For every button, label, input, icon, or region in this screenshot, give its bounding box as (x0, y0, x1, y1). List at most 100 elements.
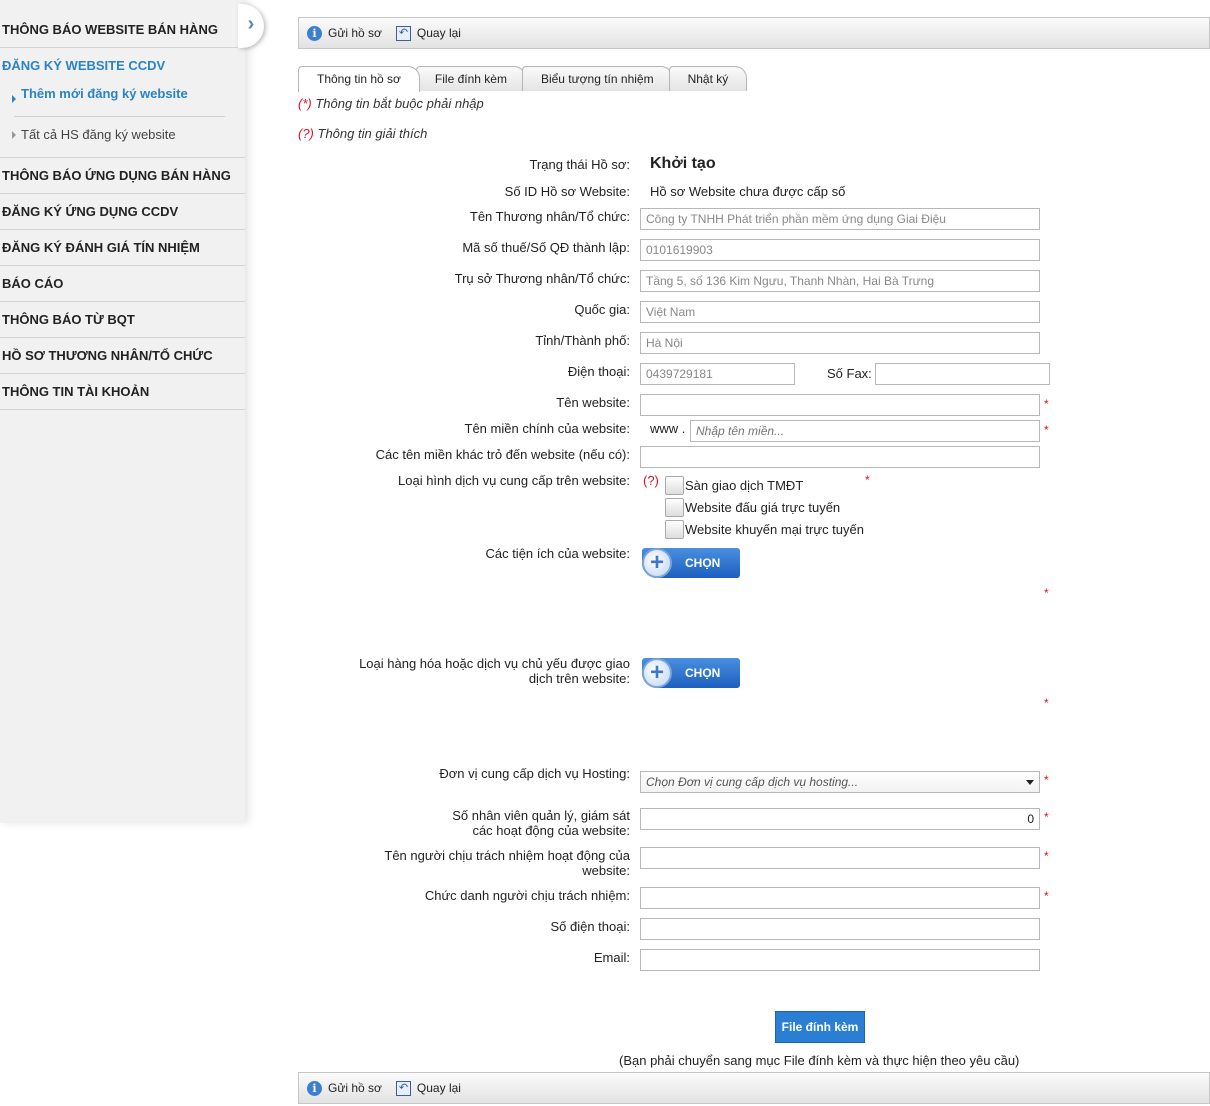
goods-label-line2: dịch trên website: (528, 671, 630, 686)
choose-goods-button[interactable]: + CHỌN (642, 658, 740, 688)
sidebar-item-bao-cao[interactable]: BÁO CÁO (0, 266, 245, 302)
service-option-label: Website đấu giá trực tuyến (685, 500, 841, 515)
help-note: (?) Thông tin giải thích (298, 126, 427, 141)
file-attachment-button[interactable]: File đính kèm (775, 1011, 865, 1043)
province-field[interactable]: Hà Nội (640, 332, 1040, 354)
sidebar-collapse-button[interactable]: › (238, 4, 264, 48)
sidebar-item-thong-bao-website[interactable]: THÔNG BÁO WEBSITE BÁN HÀNG (0, 0, 245, 48)
chevron-right-icon: › (247, 13, 255, 35)
utilities-label: Các tiện ích của website: (485, 546, 630, 561)
tab-thong-tin-ho-so[interactable]: Thông tin hồ sơ (298, 66, 420, 92)
phone-field[interactable]: 0439729181 (640, 363, 795, 385)
required-mark: * (865, 473, 870, 487)
choose-button-label: CHỌN (685, 666, 721, 680)
plus-icon: + (642, 548, 672, 578)
info-icon: i (307, 1080, 322, 1096)
checkbox[interactable] (665, 520, 684, 539)
file-hint: (Bạn phải chuyển sang mục File đính kèm … (619, 1053, 1020, 1068)
bottom-toolbar: i Gửi hồ sơ ↶ Quay lại (298, 1072, 1210, 1104)
responsible-person-field[interactable] (640, 847, 1040, 869)
staff-count-field[interactable]: 0 (640, 808, 1040, 830)
status-value: Khởi tạo (650, 155, 716, 172)
goods-label-line1: Loại hàng hóa hoặc dịch vụ chủ yếu được … (359, 656, 630, 671)
send-button-label: Gửi hồ sơ (328, 26, 382, 40)
hosting-select-placeholder: Chọn Đơn vị cung cấp dịch vụ hosting... (646, 775, 859, 789)
required-mark: * (1044, 696, 1049, 710)
domain-input[interactable] (690, 420, 1040, 442)
country-label: Quốc gia: (574, 302, 630, 317)
undo-icon: ↶ (395, 25, 411, 41)
help-note-mark: (?) (298, 126, 314, 141)
sidebar-subitem-label: Tất cả HS đăng ký website (21, 127, 176, 142)
tab-bieu-tuong-tin-nhiem[interactable]: Biểu tượng tín nhiệm (521, 66, 673, 91)
country-field[interactable]: Việt Nam (640, 301, 1040, 323)
service-option-dau-gia[interactable]: Website đấu giá trực tuyến (665, 498, 840, 517)
choose-utilities-button[interactable]: + CHỌN (642, 548, 740, 578)
required-mark: * (1044, 849, 1049, 863)
sidebar-item-ho-so-thuong-nhan[interactable]: HỒ SƠ THƯƠNG NHÂN/TỔ CHỨC (0, 338, 245, 374)
province-label: Tỉnh/Thành phố: (535, 333, 630, 348)
checkbox[interactable] (665, 476, 684, 495)
sidebar-item-dang-ky-ung-dung[interactable]: ĐĂNG KÝ ỨNG DỤNG CCDV (0, 194, 245, 230)
domain-label: Tên miền chính của website: (464, 421, 630, 436)
contact-phone-field[interactable] (640, 918, 1040, 940)
address-label: Trụ sở Thương nhân/Tổ chức: (454, 271, 630, 286)
address-field[interactable]: Tầng 5, số 136 Kim Ngưu, Thanh Nhàn, Hai… (640, 270, 1040, 292)
sidebar-item-thong-bao-ung-dung[interactable]: THÔNG BÁO ỨNG DỤNG BÁN HÀNG (0, 158, 245, 194)
back-button[interactable]: ↶ Quay lại (395, 25, 461, 41)
other-domains-label: Các tên miền khác trỏ đến website (nếu c… (375, 447, 630, 462)
arrow-right-icon (12, 131, 16, 139)
send-button[interactable]: i Gửi hồ sơ (307, 25, 382, 41)
sidebar-item-danh-gia-tin-nhiem[interactable]: ĐĂNG KÝ ĐÁNH GIÁ TÍN NHIỆM (0, 230, 245, 266)
tax-code-field[interactable]: 0101619903 (640, 239, 1040, 261)
service-option-label: Sàn giao dịch TMĐT (685, 478, 804, 493)
responsible-title-label: Chức danh người chịu trách nhiệm: (424, 888, 630, 903)
caret-down-icon (1026, 780, 1034, 785)
other-domains-field[interactable] (640, 446, 1040, 468)
website-id-label: Số ID Hồ sơ Website: (504, 184, 630, 199)
info-icon: i (307, 25, 322, 41)
tab-file-dinh-kem[interactable]: File đính kèm (415, 66, 526, 91)
tab-nhat-ky[interactable]: Nhật ký (668, 66, 748, 91)
phone-label: Điện thoại: (567, 364, 630, 379)
website-name-field[interactable] (640, 394, 1040, 416)
merchant-name-field[interactable]: Công ty TNHH Phát triển phần mềm ứng dụn… (640, 208, 1040, 230)
required-note-text: Thông tin bắt buộc phải nhập (315, 96, 484, 111)
tax-code-label: Mã số thuế/Số QĐ thành lập: (462, 240, 630, 255)
required-mark: * (1044, 423, 1049, 437)
responsible-title-field[interactable] (640, 887, 1040, 909)
required-note-mark: (*) (298, 96, 312, 111)
staff-count-label-line1: Số nhân viên quản lý, giám sát (452, 808, 630, 823)
send-button[interactable]: i Gửi hồ sơ (307, 1080, 382, 1096)
choose-button-label: CHỌN (685, 556, 721, 570)
goods-label: Loại hàng hóa hoặc dịch vụ chủ yếu được … (359, 656, 630, 686)
service-option-khuyen-mai[interactable]: Website khuyến mại trực tuyến (665, 520, 864, 539)
arrow-right-icon (12, 95, 16, 103)
service-help-mark[interactable]: (?) (643, 473, 659, 488)
fax-label: Số Fax: (827, 366, 872, 381)
help-note-text: Thông tin giải thích (317, 126, 428, 141)
sidebar-subitem-them-moi[interactable]: Thêm mới đăng ký website (0, 84, 245, 114)
hosting-label: Đơn vị cung cấp dịch vụ Hosting: (439, 766, 630, 781)
back-button-label: Quay lại (416, 26, 461, 40)
required-note: (*) Thông tin bắt buộc phải nhập (298, 96, 484, 111)
hosting-select[interactable]: Chọn Đơn vị cung cấp dịch vụ hosting... (640, 771, 1040, 793)
service-option-label: Website khuyến mại trực tuyến (685, 522, 864, 537)
sidebar-item-dang-ky-website[interactable]: ĐĂNG KÝ WEBSITE CCDV (0, 48, 245, 84)
fax-field[interactable] (875, 363, 1050, 385)
sidebar-item-thong-tin-tai-khoan[interactable]: THÔNG TIN TÀI KHOẢN (0, 374, 245, 410)
back-button-label: Quay lại (416, 1081, 461, 1095)
checkbox[interactable] (665, 498, 684, 517)
sidebar-subitem-label: Thêm mới đăng ký website (21, 86, 188, 101)
required-mark: * (1044, 889, 1049, 903)
plus-icon: + (642, 658, 672, 688)
sidebar-item-thong-bao-bqt[interactable]: THÔNG BÁO TỪ BQT (0, 302, 245, 338)
sidebar: THÔNG BÁO WEBSITE BÁN HÀNG ĐĂNG KÝ WEBSI… (0, 0, 245, 823)
website-id-value: Hồ sơ Website chưa được cấp số (650, 184, 846, 199)
sidebar-subitem-tat-ca-hs[interactable]: Tất cả HS đăng ký website (0, 117, 245, 153)
email-field[interactable] (640, 949, 1040, 971)
email-label: Email: (593, 950, 630, 965)
service-option-san-giao-dich[interactable]: Sàn giao dịch TMĐT (665, 476, 803, 495)
back-button[interactable]: ↶ Quay lại (395, 1080, 461, 1096)
contact-phone-label: Số điện thoại: (550, 919, 630, 934)
